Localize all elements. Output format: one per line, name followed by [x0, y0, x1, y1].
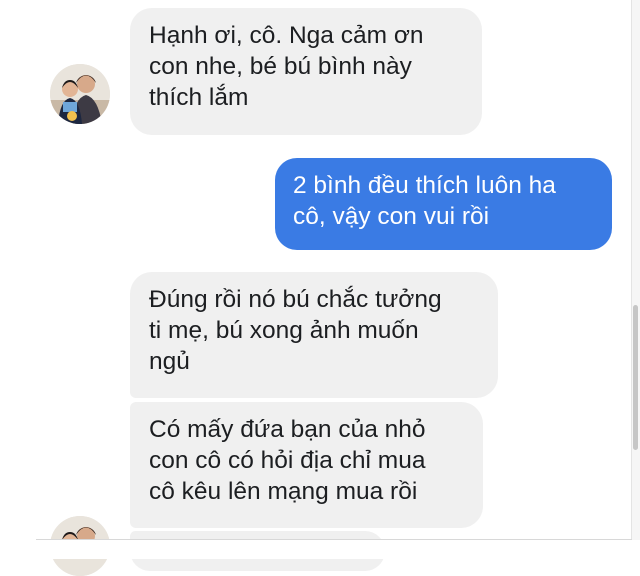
incoming-message[interactable]: Có mấy đứa bạn của nhỏ con cô có hỏi địa… [130, 402, 483, 528]
contact-avatar[interactable] [50, 64, 110, 124]
outgoing-message[interactable]: 2 bình đều thích luôn ha cô, vậy con vui… [275, 158, 612, 250]
composer-area [0, 540, 640, 559]
scrollbar[interactable] [631, 0, 640, 540]
person-photo-icon [50, 64, 110, 124]
message-thread: Hạnh ơi, cô. Nga cảm ơn con nhe, bé bú b… [0, 0, 632, 576]
incoming-message[interactable]: Hạnh ơi, cô. Nga cảm ơn con nhe, bé bú b… [130, 8, 482, 135]
scrollbar-thumb[interactable] [633, 305, 638, 450]
incoming-message[interactable]: Đúng rồi nó bú chắc tưởng ti mẹ, bú xong… [130, 272, 498, 398]
